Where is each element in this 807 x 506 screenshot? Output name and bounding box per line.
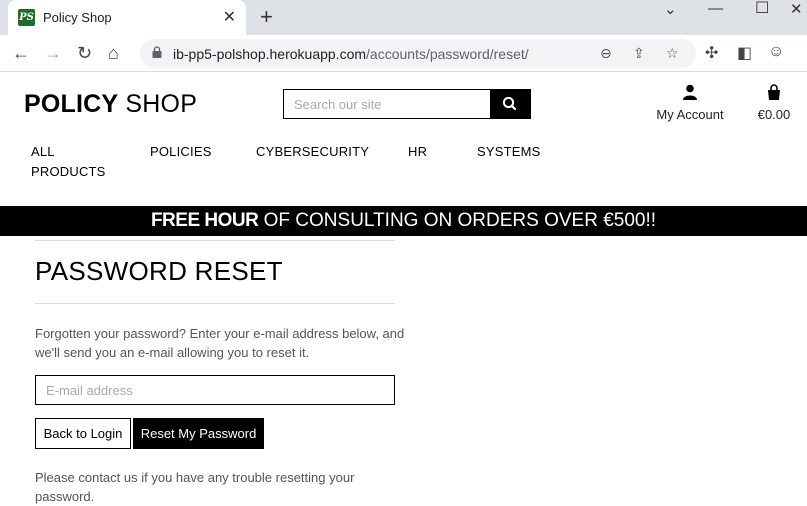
my-account-label: My Account — [656, 107, 724, 122]
new-tab-icon[interactable]: + — [260, 4, 273, 30]
tab-title: Policy Shop — [43, 10, 112, 25]
zoom-icon[interactable]: ⊖ — [600, 45, 612, 62]
my-account-link[interactable]: My Account — [650, 84, 730, 122]
address-bar[interactable]: ib-pp5-polshop.herokuapp.com/accounts/pa… — [140, 39, 696, 68]
nav-item-all-products[interactable]: ALL PRODUCTS — [31, 142, 111, 182]
side-panel-icon[interactable]: ◧ — [737, 43, 752, 63]
nav-item-systems[interactable]: SYSTEMS — [477, 142, 541, 162]
back-arrow-icon[interactable]: ← — [12, 43, 30, 64]
profile-avatar-icon[interactable]: ☺ — [768, 43, 784, 61]
reset-instructions: Forgotten your password? Enter your e-ma… — [35, 326, 405, 360]
forward-arrow-icon[interactable]: → — [44, 43, 62, 64]
email-field[interactable] — [35, 375, 395, 405]
page-content: POLICY SHOP My Account €0.00 ALL PRODUCT… — [0, 72, 807, 504]
divider — [35, 303, 395, 304]
window-close-icon[interactable]: ✕ — [790, 0, 803, 18]
nav-item-policies[interactable]: POLICIES — [150, 142, 212, 162]
nav-item-cybersecurity[interactable]: CYBERSECURITY — [256, 142, 369, 162]
maximize-icon[interactable]: ☐ — [755, 0, 769, 18]
shopping-bag-icon — [768, 84, 780, 100]
promo-banner: FREE HOUR OF CONSULTING ON ORDERS OVER €… — [0, 206, 807, 236]
browser-tab-strip: PS Policy Shop ✕ + ⌄ — ☐ ✕ — [0, 0, 807, 35]
favicon-icon: PS — [18, 9, 35, 26]
reload-icon[interactable]: ↻ — [77, 43, 92, 64]
page-title: PASSWORD RESET — [35, 256, 283, 286]
search-button[interactable] — [490, 90, 530, 118]
browser-toolbar: ← → ↻ ⌂ ib-pp5-polshop.herokuapp.com/acc… — [0, 35, 807, 72]
site-search — [283, 89, 531, 119]
home-icon[interactable]: ⌂ — [108, 43, 119, 64]
divider — [35, 240, 395, 241]
site-logo[interactable]: POLICY SHOP — [24, 90, 197, 119]
shopping-bag-link[interactable]: €0.00 — [752, 84, 796, 122]
bag-total: €0.00 — [757, 107, 791, 122]
reset-password-button[interactable]: Reset My Password — [133, 418, 264, 449]
browser-tab[interactable]: PS Policy Shop ✕ — [8, 0, 246, 35]
tab-search-chevron-icon[interactable]: ⌄ — [664, 0, 677, 18]
lock-icon — [152, 46, 162, 58]
extensions-puzzle-icon[interactable]: ✣ — [705, 43, 718, 63]
nav-item-hr[interactable]: HR — [408, 142, 427, 162]
bookmark-star-icon[interactable]: ☆ — [666, 45, 679, 62]
search-icon — [502, 96, 517, 111]
help-text: Please contact us if you have any troubl… — [35, 470, 355, 504]
back-to-login-button[interactable]: Back to Login — [35, 418, 131, 449]
minimize-icon[interactable]: — — [708, 0, 723, 17]
share-icon[interactable]: ⇪ — [633, 45, 645, 62]
url-text: ib-pp5-polshop.herokuapp.com/accounts/pa… — [173, 46, 529, 62]
search-input[interactable] — [284, 90, 491, 118]
tab-close-icon[interactable]: ✕ — [223, 7, 236, 27]
user-icon — [683, 84, 697, 100]
